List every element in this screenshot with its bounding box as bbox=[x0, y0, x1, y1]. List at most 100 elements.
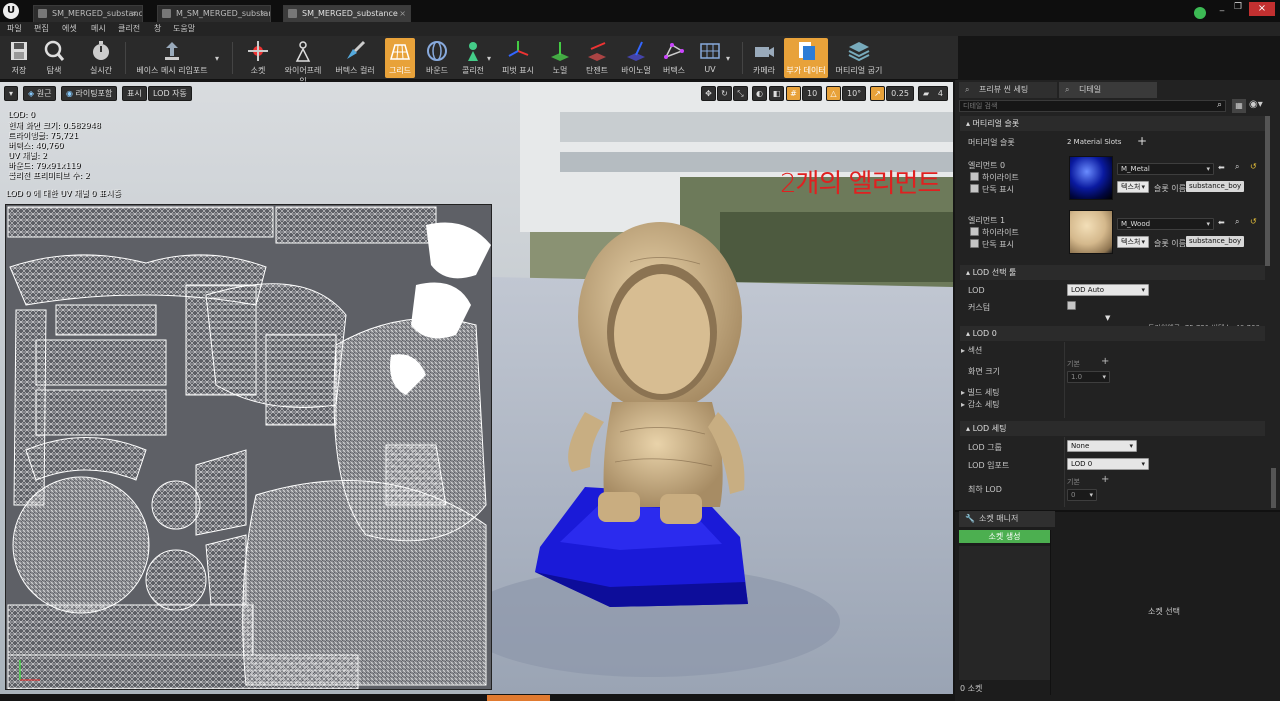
collision-button[interactable]: 콜리전 bbox=[458, 38, 488, 78]
chevron-down-icon[interactable]: ▾ bbox=[726, 54, 730, 63]
normals-button[interactable]: 노멀 bbox=[545, 38, 575, 78]
tab-material[interactable]: M_SM_MERGED_substan × bbox=[157, 5, 271, 22]
menu-file[interactable]: 파일 bbox=[7, 23, 22, 34]
element1-textures-dropdown[interactable]: 텍스처 bbox=[1117, 236, 1149, 248]
element0-material-thumbnail[interactable] bbox=[1069, 156, 1113, 200]
element0-highlight-checkbox[interactable] bbox=[970, 172, 979, 181]
lit-button[interactable]: ◉ 라이팅포함 bbox=[61, 86, 118, 101]
lod-auto-button[interactable]: LOD 자동 bbox=[148, 86, 192, 101]
lod-group-dropdown[interactable]: None bbox=[1067, 440, 1137, 452]
element1-slot-name-field[interactable]: substance_boy bbox=[1186, 236, 1245, 247]
scrollbar[interactable] bbox=[1271, 468, 1276, 508]
use-selected-icon[interactable]: ⬅ bbox=[1218, 218, 1225, 227]
eye-icon[interactable]: ◉▾ bbox=[1249, 99, 1263, 110]
element1-isolate-checkbox[interactable] bbox=[970, 239, 979, 248]
socket-list[interactable] bbox=[959, 546, 1050, 680]
tab-preview-scene-settings[interactable]: ⌕ 프리뷰 씬 세팅 bbox=[959, 82, 1057, 98]
scale-icon[interactable]: ⤡ bbox=[733, 86, 748, 101]
add-screen-size-button[interactable]: + bbox=[1101, 356, 1109, 367]
source-control-icon[interactable] bbox=[1194, 7, 1206, 19]
grid-snap-value[interactable]: 10 bbox=[802, 86, 822, 101]
tab-details[interactable]: ⌕ 디테일 bbox=[1059, 82, 1157, 98]
custom-checkbox[interactable] bbox=[1067, 301, 1076, 310]
view-options-icon[interactable]: ▦ bbox=[1232, 99, 1246, 113]
menu-asset[interactable]: 에셋 bbox=[62, 23, 77, 34]
scrollbar[interactable] bbox=[1265, 116, 1270, 266]
close-button[interactable]: × bbox=[1249, 2, 1275, 16]
socket-button[interactable]: 소켓 bbox=[243, 38, 273, 78]
rotation-snap-icon[interactable]: △ bbox=[826, 86, 841, 101]
reset-icon[interactable]: ↺ bbox=[1250, 162, 1257, 171]
perspective-button[interactable]: ◈ 원근 bbox=[23, 86, 57, 101]
reduction-settings-row[interactable]: ▸ 감소 세팅 bbox=[961, 399, 1000, 410]
tab-sm-merged-2[interactable]: SM_MERGED_substance × bbox=[283, 5, 411, 22]
world-local-icon[interactable]: ◐ bbox=[752, 86, 767, 101]
lod-import-dropdown[interactable]: LOD 0 bbox=[1067, 458, 1149, 470]
unreal-logo-icon[interactable]: U bbox=[3, 3, 19, 19]
menu-collision[interactable]: 클리전 bbox=[118, 23, 140, 34]
menu-mesh[interactable]: 메시 bbox=[91, 23, 106, 34]
browse-asset-icon[interactable]: ⌕ bbox=[1235, 162, 1239, 172]
browse-button[interactable]: 탐색 bbox=[38, 38, 70, 78]
lod-dropdown[interactable]: LOD Auto bbox=[1067, 284, 1149, 296]
add-min-lod-button[interactable]: + bbox=[1101, 474, 1109, 485]
tab-sm-merged-1[interactable]: SM_MERGED_substance × bbox=[33, 5, 143, 22]
lod-settings-header[interactable]: ▴ LOD 세팅 bbox=[960, 421, 1265, 436]
element1-material-dropdown[interactable]: M_Wood bbox=[1117, 218, 1214, 230]
element0-textures-dropdown[interactable]: 텍스처 bbox=[1117, 181, 1149, 193]
pivot-button[interactable]: 피벗 표시 bbox=[500, 38, 536, 78]
vertices-button[interactable]: 버텍스 bbox=[659, 38, 689, 78]
vertex-color-button[interactable]: 버텍스 컬러 bbox=[334, 38, 376, 78]
scale-snap-value[interactable]: 0.25 bbox=[886, 86, 914, 101]
maximize-button[interactable]: ❐ bbox=[1231, 2, 1245, 16]
chevron-down-icon[interactable]: ▾ bbox=[487, 54, 491, 63]
binormals-button[interactable]: 바이노멀 bbox=[619, 38, 653, 78]
element0-slot-name-field[interactable]: substance_boy bbox=[1186, 181, 1245, 192]
rotation-snap-value[interactable]: 10° bbox=[842, 86, 866, 101]
reset-icon[interactable]: ↺ bbox=[1250, 217, 1257, 226]
browse-asset-icon[interactable]: ⌕ bbox=[1235, 217, 1239, 227]
close-icon[interactable]: × bbox=[259, 6, 266, 21]
bake-material-button[interactable]: 머티리얼 굽기 bbox=[833, 38, 885, 78]
tab-socket-manager[interactable]: 🔧 소켓 매니저 bbox=[959, 511, 1055, 527]
viewport-menu-button[interactable]: ▾ bbox=[4, 86, 18, 101]
menu-edit[interactable]: 편집 bbox=[34, 23, 49, 34]
add-slot-button[interactable]: + bbox=[1137, 134, 1147, 148]
element1-highlight-checkbox[interactable] bbox=[970, 227, 979, 236]
camera-speed-button[interactable]: ▰ 4 bbox=[918, 86, 948, 101]
additional-data-button[interactable]: 부가 데이터 bbox=[784, 38, 828, 78]
element0-isolate-checkbox[interactable] bbox=[970, 184, 979, 193]
close-icon[interactable]: × bbox=[399, 6, 406, 21]
lod0-header[interactable]: ▴ LOD 0 bbox=[960, 326, 1265, 341]
create-socket-button[interactable]: 소켓 생성 bbox=[959, 530, 1050, 543]
surface-snap-icon[interactable]: ◧ bbox=[769, 86, 784, 101]
rotate-icon[interactable]: ↻ bbox=[717, 86, 732, 101]
element0-material-dropdown[interactable]: M_Metal bbox=[1117, 163, 1214, 175]
details-search-input[interactable]: 디테일 검색 ⌕ bbox=[959, 100, 1226, 112]
show-button[interactable]: 표시 bbox=[122, 86, 147, 101]
translate-icon[interactable]: ✥ bbox=[701, 86, 716, 101]
bounds-button[interactable]: 바운드 bbox=[422, 38, 452, 78]
minimize-button[interactable]: _ bbox=[1215, 2, 1229, 16]
build-settings-row[interactable]: ▸ 빌드 세팅 bbox=[961, 387, 1000, 398]
scale-snap-icon[interactable]: ↗ bbox=[870, 86, 885, 101]
lod-picker-header[interactable]: ▴ LOD 선택 툴 bbox=[960, 265, 1265, 280]
close-icon[interactable]: × bbox=[131, 6, 138, 21]
uv-button[interactable]: UV bbox=[695, 38, 725, 78]
realtime-button[interactable]: 실시간 bbox=[82, 38, 120, 78]
sections-row[interactable]: ▸ 섹션 bbox=[961, 345, 982, 356]
use-selected-icon[interactable]: ⬅ bbox=[1218, 163, 1225, 172]
wireframe-button[interactable]: 와이어프레임 bbox=[281, 38, 325, 86]
grid-snap-icon[interactable]: # bbox=[786, 86, 801, 101]
camera-button[interactable]: 카메라 bbox=[749, 38, 779, 78]
menu-window[interactable]: 창 bbox=[154, 23, 161, 34]
menu-help[interactable]: 도움말 bbox=[173, 23, 195, 34]
element1-material-thumbnail[interactable] bbox=[1069, 210, 1113, 254]
material-slots-header[interactable]: ▴ 머티리얼 슬롯 bbox=[960, 116, 1265, 131]
screen-size-field[interactable]: 1.0 bbox=[1067, 371, 1110, 383]
min-lod-field[interactable]: 0 bbox=[1067, 489, 1097, 501]
save-button[interactable]: 저장 bbox=[4, 38, 34, 78]
expand-chevron-icon[interactable]: ▼ bbox=[1105, 314, 1110, 322]
tangents-button[interactable]: 탄젠트 bbox=[581, 38, 613, 78]
grid-button[interactable]: 그리드 bbox=[385, 38, 415, 78]
